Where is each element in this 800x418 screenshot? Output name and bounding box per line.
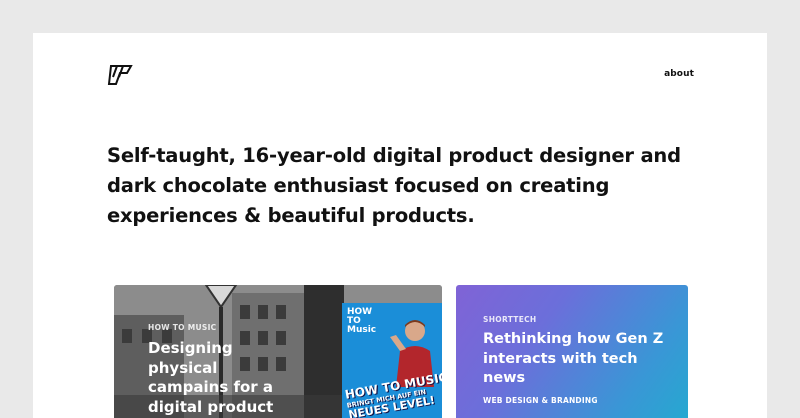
project-card-how-to-music[interactable]: HOW TO Music HOW TO MUSIC BRINGT MICH AU… xyxy=(114,285,442,418)
music-poster-image: HOW TO Music HOW TO MUSIC BRINGT MICH AU… xyxy=(342,303,442,418)
hero-headline: Self-taught, 16-year-old digital product… xyxy=(107,144,681,227)
card-title[interactable]: Rethinking how Gen Z interacts with tech… xyxy=(483,330,673,389)
card-category: SHORTTECH xyxy=(483,315,537,324)
card-title[interactable]: Designing physical campains for a digita… xyxy=(148,339,288,417)
nav-about-link[interactable]: about xyxy=(664,69,694,79)
logo-icon[interactable] xyxy=(107,64,133,86)
monogram-logo-icon xyxy=(107,65,133,85)
project-card-shorttech[interactable]: SHORTTECH Rethinking how Gen Z interacts… xyxy=(456,285,688,418)
card-category: HOW TO MUSIC xyxy=(148,323,217,332)
poster-small-text: HOW TO Music xyxy=(347,307,377,335)
page-container: about Self-taught, 16-year-old digital p… xyxy=(33,33,767,418)
card-tag: WEB DESIGN & BRANDING xyxy=(483,396,598,405)
